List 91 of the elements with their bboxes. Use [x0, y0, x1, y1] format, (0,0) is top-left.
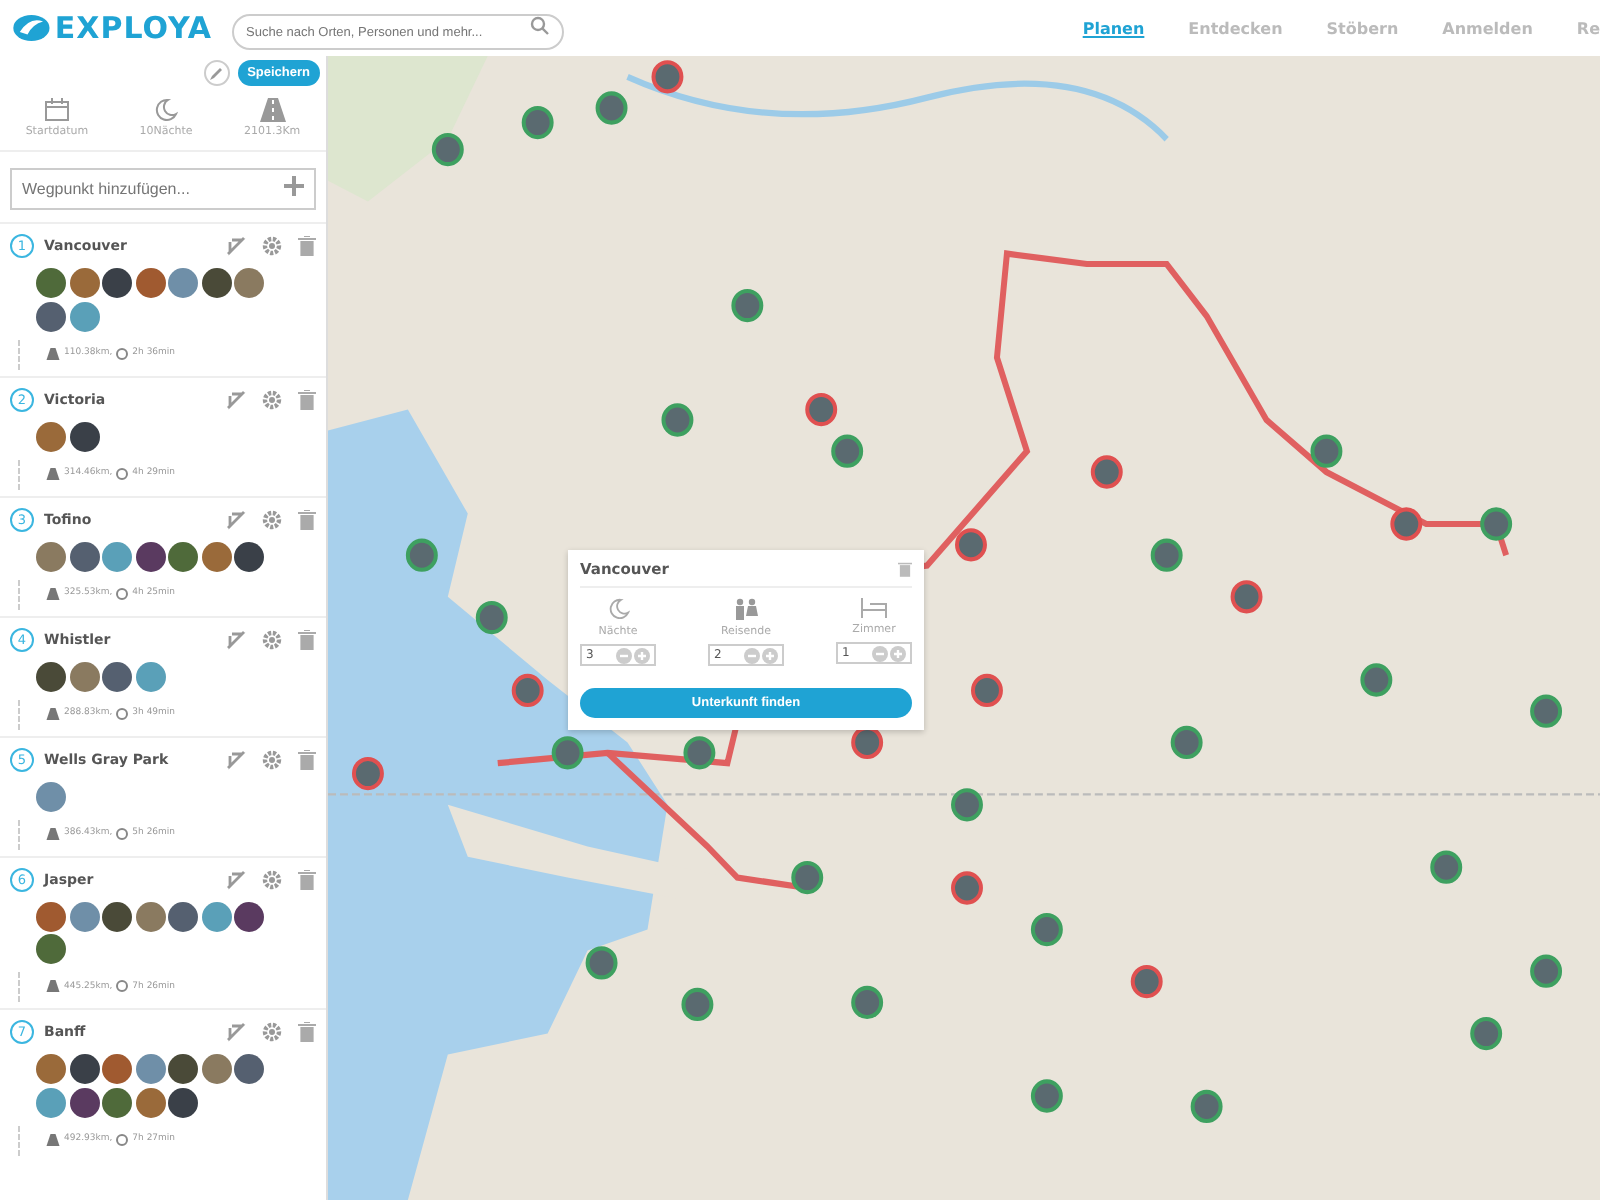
trash-icon[interactable] [298, 236, 316, 256]
plane-icon[interactable] [226, 236, 246, 256]
trash-icon[interactable] [298, 629, 316, 649]
settings-icon[interactable] [262, 509, 282, 529]
photo-thumbnail[interactable] [102, 661, 132, 691]
photo-thumbnail[interactable] [168, 541, 198, 571]
trash-icon[interactable] [298, 749, 316, 769]
settings-icon[interactable] [262, 749, 282, 769]
settings-icon[interactable] [262, 869, 282, 889]
moon-icon [607, 598, 629, 620]
road-icon [46, 1133, 60, 1145]
photo-thumbnail[interactable] [201, 901, 231, 931]
photo-thumbnail[interactable] [234, 901, 264, 931]
waypoint-input[interactable]: Wegpunkt hinzufügen... [10, 168, 316, 210]
photo-thumbnail[interactable] [201, 1054, 231, 1084]
photo-thumbnail[interactable] [36, 1054, 66, 1084]
photo-thumbnail[interactable] [168, 1087, 198, 1117]
photo-thumbnail[interactable] [69, 541, 99, 571]
plane-icon[interactable] [226, 1022, 246, 1042]
plane-icon[interactable] [226, 869, 246, 889]
trash-icon[interactable] [298, 509, 316, 529]
photo-thumbnail[interactable] [36, 781, 66, 811]
photo-thumbnail[interactable] [69, 268, 99, 298]
photo-thumbnail[interactable] [234, 1054, 264, 1084]
photo-thumbnail[interactable] [234, 268, 264, 298]
road-icon [46, 587, 60, 599]
road-icon [46, 707, 60, 719]
photo-thumbnail[interactable] [36, 934, 66, 964]
photo-thumbnail[interactable] [135, 901, 165, 931]
pencil-icon [208, 65, 225, 81]
photo-thumbnail[interactable] [102, 901, 132, 931]
trash-icon[interactable] [298, 869, 316, 889]
photo-thumbnail[interactable] [168, 901, 198, 931]
photo-thumbnail[interactable] [36, 268, 66, 298]
clock-icon [116, 980, 129, 992]
calendar-icon [43, 98, 70, 122]
photo-thumbnail[interactable] [168, 268, 198, 298]
clock-icon [116, 1133, 129, 1145]
settings-icon[interactable] [262, 629, 282, 649]
search-icon [530, 15, 550, 36]
photo-thumbnail[interactable] [168, 1054, 198, 1084]
edit-button[interactable] [203, 60, 230, 86]
people-icon [732, 598, 760, 620]
photo-thumbnail[interactable] [69, 1054, 99, 1084]
settings-icon[interactable] [262, 1022, 282, 1042]
clock-icon [116, 467, 129, 479]
photo-thumbnail[interactable] [36, 661, 66, 691]
trash-icon[interactable] [298, 389, 316, 409]
clock-icon [116, 707, 129, 719]
plane-icon[interactable] [226, 389, 246, 409]
photo-thumbnail[interactable] [36, 541, 66, 571]
photo-thumbnail[interactable] [36, 901, 66, 931]
photo-thumbnail[interactable] [102, 268, 132, 298]
photo-thumbnail[interactable] [36, 421, 66, 451]
photo-thumbnail[interactable] [36, 301, 66, 331]
plane-icon[interactable] [226, 509, 246, 529]
settings-icon[interactable] [262, 236, 282, 256]
clock-icon [116, 587, 129, 599]
plane-icon[interactable] [226, 629, 246, 649]
photo-thumbnail[interactable] [69, 301, 99, 331]
photo-thumbnail[interactable] [69, 661, 99, 691]
road-icon [46, 347, 60, 359]
photo-thumbnail[interactable] [36, 1087, 66, 1117]
photo-thumbnail[interactable] [201, 268, 231, 298]
photo-thumbnail[interactable] [135, 1054, 165, 1084]
photo-thumbnail[interactable] [135, 541, 165, 571]
photo-thumbnail[interactable] [102, 1087, 132, 1117]
clock-icon [116, 827, 129, 839]
plus-icon [284, 175, 304, 195]
road-icon [46, 980, 60, 992]
plane-icon[interactable] [226, 749, 246, 769]
photo-thumbnail[interactable] [102, 541, 132, 571]
bed-icon [860, 598, 888, 618]
photo-thumbnail[interactable] [69, 901, 99, 931]
map-drawing[interactable] [328, 56, 1600, 1200]
photo-thumbnail[interactable] [69, 1087, 99, 1117]
photo-thumbnail[interactable] [201, 541, 231, 571]
photo-thumbnail[interactable] [69, 421, 99, 451]
trash-icon[interactable] [298, 1022, 316, 1042]
trash-icon[interactable] [898, 560, 912, 578]
road-icon [46, 467, 60, 479]
photo-thumbnail[interactable] [102, 1054, 132, 1084]
road-icon [259, 98, 286, 122]
settings-icon[interactable] [262, 389, 282, 409]
moon-icon [154, 98, 179, 122]
clock-icon [116, 347, 129, 359]
photo-thumbnail[interactable] [135, 1087, 165, 1117]
road-icon [46, 827, 60, 839]
photo-thumbnail[interactable] [234, 541, 264, 571]
photo-thumbnail[interactable] [135, 661, 165, 691]
photo-thumbnail[interactable] [135, 268, 165, 298]
